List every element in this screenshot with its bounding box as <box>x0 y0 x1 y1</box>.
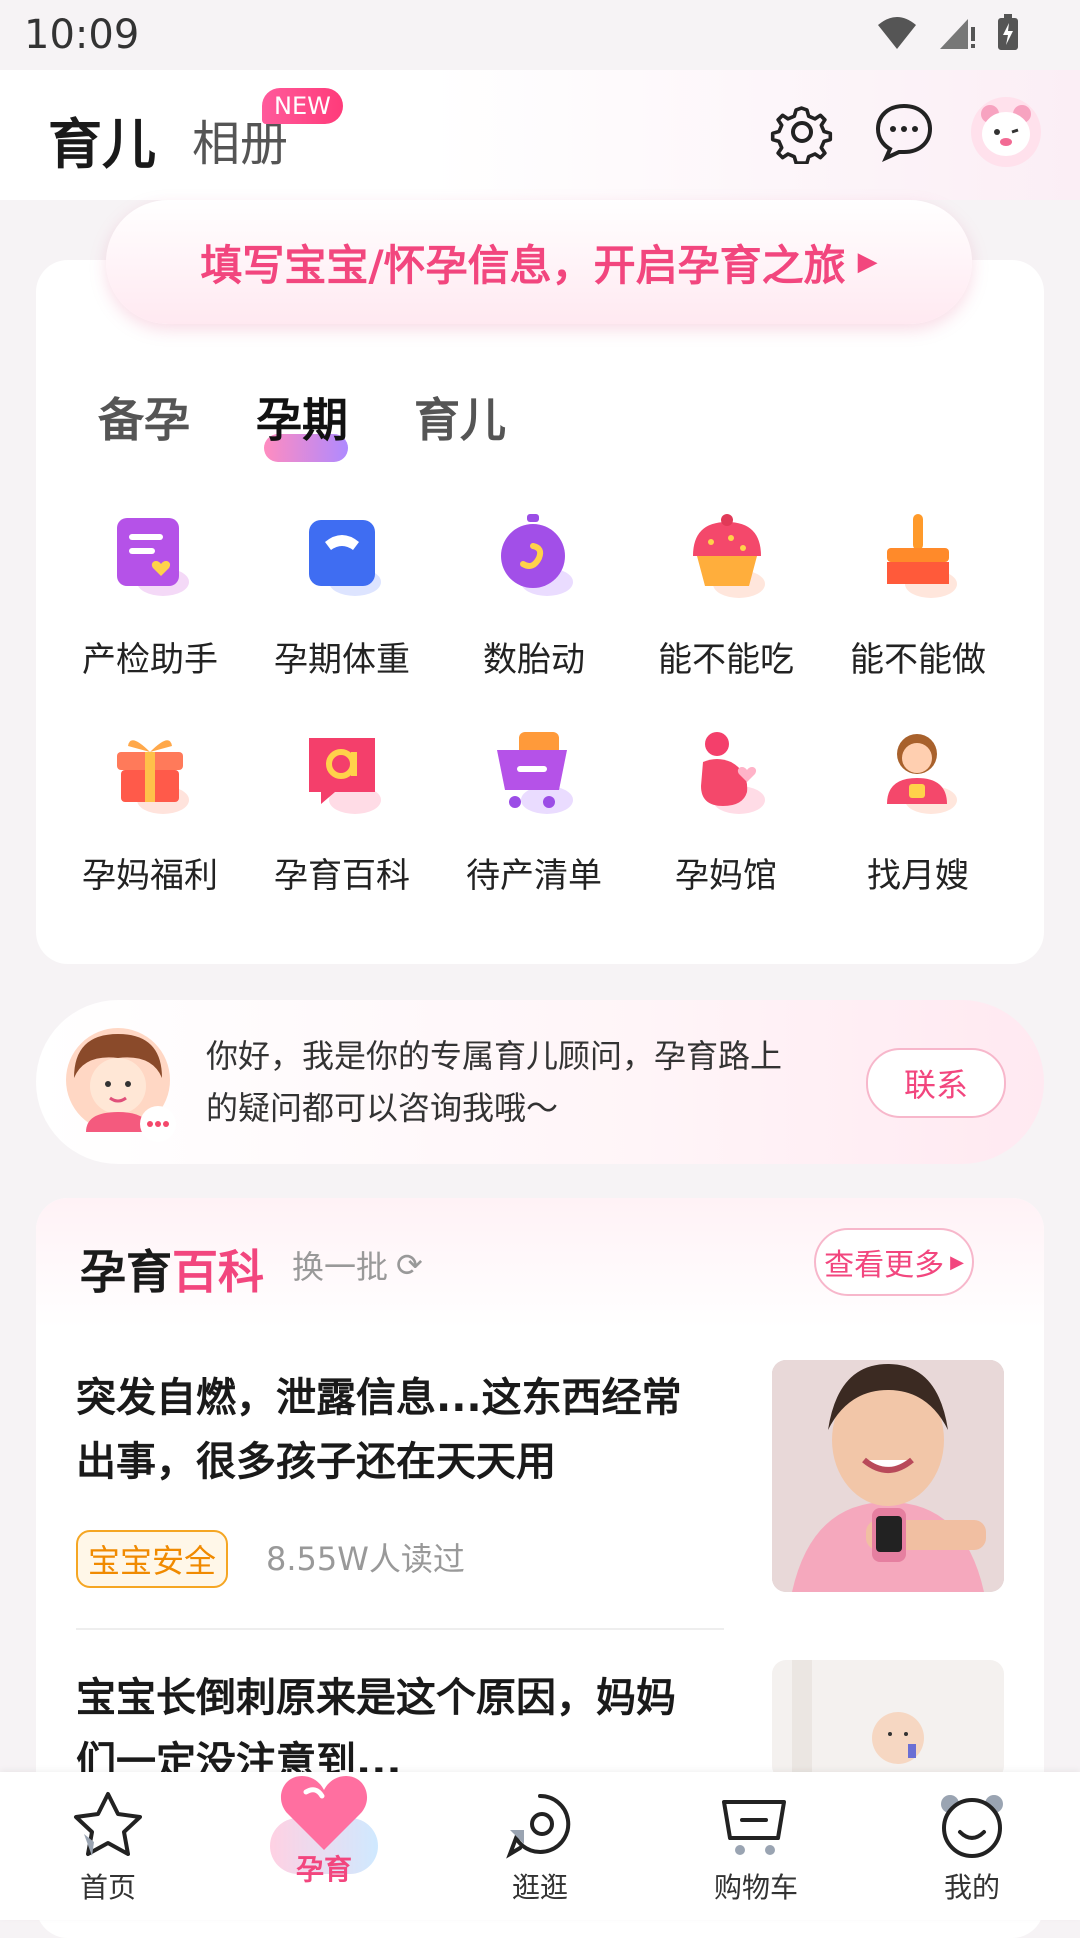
new-badge: NEW <box>262 88 343 124</box>
view-more-label: 查看更多 <box>824 1248 945 1283</box>
tool-label: 孕期体重 <box>274 640 410 680</box>
tool-label: 数胎动 <box>483 640 585 680</box>
encyclopedia-title: 孕育百科 <box>80 1236 264 1302</box>
banner-text: 填写宝宝/怀孕信息，开启孕育之旅 <box>200 240 846 290</box>
tabbar-cart[interactable]: 购物车 <box>648 1790 864 1906</box>
checkup-icon <box>117 518 189 596</box>
tool-label: 孕育百科 <box>274 856 410 896</box>
message-icon[interactable] <box>872 100 936 164</box>
tool-pregnancy-weight[interactable]: 孕期体重 <box>246 508 438 698</box>
tab-pre-pregnancy[interactable]: 备孕 <box>98 384 190 450</box>
encyclopedia-title-black: 孕育 <box>80 1245 172 1299</box>
tab-pregnancy[interactable]: 孕期 <box>256 384 348 450</box>
tabbar-label: 我的 <box>943 1871 1000 1904</box>
settings-gear-icon[interactable] <box>770 100 834 164</box>
tab-parenting-stage[interactable]: 育儿 <box>414 384 506 450</box>
cart-icon <box>722 1800 786 1855</box>
contact-button[interactable]: 联系 <box>866 1048 1006 1118</box>
read-count: 8.55W人读过 <box>266 1540 465 1578</box>
home-star-icon <box>74 1792 142 1856</box>
tabbar-mine[interactable]: 我的 <box>864 1790 1080 1906</box>
heart-icon <box>280 1776 368 1850</box>
brush-icon <box>887 514 957 598</box>
article-title-line: 出事，很多孩子还在天天用 <box>76 1439 556 1485</box>
nanny-icon <box>887 734 957 814</box>
tool-can-eat[interactable]: 能不能吃 <box>630 508 822 698</box>
tool-label: 产检助手 <box>82 640 218 680</box>
mom-pavilion-icon <box>701 732 765 814</box>
encyclopedia-icon <box>309 738 381 814</box>
wifi-icon <box>878 17 916 49</box>
explore-icon <box>506 1793 571 1859</box>
article-divider <box>76 1628 724 1630</box>
tabbar-label: 首页 <box>79 1871 136 1904</box>
article-thumbnail-2[interactable] <box>772 1660 1004 1780</box>
tool-mom-benefits[interactable]: 孕妈福利 <box>54 724 246 914</box>
status-icons <box>876 14 1020 52</box>
refresh-label: 换一批 <box>292 1248 389 1286</box>
advisor-card[interactable]: 你好，我是你的专属育儿顾问，孕育路上 的疑问都可以咨询我哦～ 联系 <box>36 1000 1044 1164</box>
encyclopedia-title-pink: 百科 <box>172 1245 264 1299</box>
triangle-right-icon: ▶ <box>857 247 878 277</box>
tool-label: 能不能吃 <box>658 640 794 680</box>
signal-icon <box>940 19 975 49</box>
article-thumbnail-1[interactable] <box>772 1360 1004 1592</box>
triangle-right-icon: ▶ <box>950 1251 964 1273</box>
view-more-button[interactable]: 查看更多 ▶ <box>814 1228 974 1296</box>
gift-icon <box>117 740 189 814</box>
tool-mom-pavilion[interactable]: 孕妈馆 <box>630 724 822 914</box>
article-tag[interactable]: 宝宝安全 <box>76 1530 229 1588</box>
tabbar-home[interactable]: 首页 <box>0 1790 216 1906</box>
advisor-line-2: 的疑问都可以咨询我哦～ <box>206 1089 559 1127</box>
battery-icon <box>998 14 1018 50</box>
tabbar-pregnancy[interactable]: 孕育 <box>216 1770 432 1888</box>
fetal-movement-icon <box>501 514 573 596</box>
refresh-batch-button[interactable]: 换一批 ⟳ <box>292 1242 423 1288</box>
tool-label: 待产清单 <box>466 856 602 896</box>
cupcake-icon <box>693 514 765 598</box>
tool-find-nanny[interactable]: 找月嫂 <box>822 724 1014 914</box>
tabbar-explore[interactable]: 逛逛 <box>432 1790 648 1906</box>
tool-label: 孕妈福利 <box>82 856 218 896</box>
article-title-line: 宝宝长倒刺原来是这个原因，妈妈 <box>76 1675 676 1721</box>
avatar[interactable] <box>970 96 1042 168</box>
tool-can-do[interactable]: 能不能做 <box>822 508 1014 698</box>
tabbar-label: 逛逛 <box>511 1871 568 1904</box>
status-time: 10:09 <box>24 12 140 58</box>
profile-icon <box>941 1795 1003 1858</box>
tool-encyclopedia[interactable]: 孕育百科 <box>246 724 438 914</box>
tool-birth-checklist[interactable]: 待产清单 <box>438 724 630 914</box>
tool-label: 能不能做 <box>850 640 986 680</box>
advisor-message: 你好，我是你的专属育儿顾问，孕育路上 的疑问都可以咨询我哦～ <box>206 1030 866 1134</box>
status-bar: 10:09 <box>0 0 1080 70</box>
cart-list-icon <box>497 732 573 814</box>
advisor-avatar <box>66 1028 176 1142</box>
scale-icon <box>309 520 381 596</box>
tabbar-label: 孕育 <box>295 1853 352 1886</box>
tab-parenting[interactable]: 育儿 <box>48 100 156 179</box>
fill-info-banner[interactable]: 填写宝宝/怀孕信息，开启孕育之旅 ▶ <box>106 200 972 324</box>
tool-label: 找月嫂 <box>867 856 969 896</box>
article-title-1[interactable]: 突发自燃，泄露信息...这东西经常 出事，很多孩子还在天天用 <box>76 1366 736 1494</box>
tool-fetal-movement[interactable]: 数胎动 <box>438 508 630 698</box>
refresh-icon: ⟳ <box>396 1246 423 1284</box>
tabbar-label: 购物车 <box>713 1871 798 1904</box>
tool-label: 孕妈馆 <box>675 856 777 896</box>
article-title-line: 突发自燃，泄露信息...这东西经常 <box>76 1375 682 1421</box>
advisor-line-1: 你好，我是你的专属育儿顾问，孕育路上 <box>206 1037 783 1075</box>
tool-checkup-assistant[interactable]: 产检助手 <box>54 508 246 698</box>
